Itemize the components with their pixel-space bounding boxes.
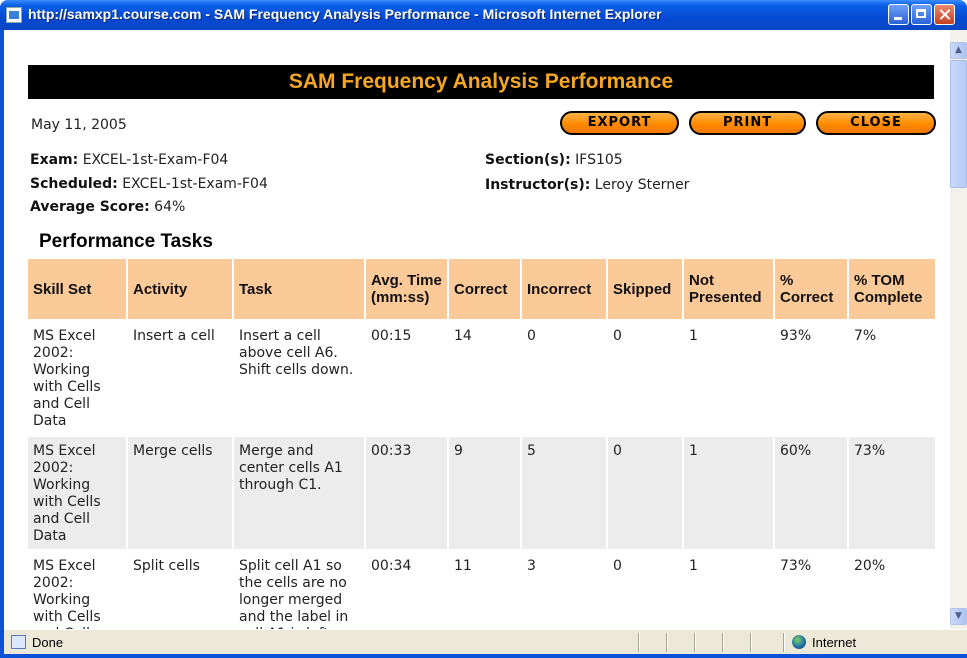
table-cell: 0 <box>607 434 684 551</box>
column-header: Avg. Time (mm:ss) <box>365 259 449 321</box>
sections-info: Section(s): IFS105 <box>485 152 623 168</box>
table-cell: 9 <box>448 434 522 551</box>
scheduled-value: EXCEL-1st-Exam-F04 <box>122 176 268 192</box>
window-frame-bottom <box>0 654 967 658</box>
table-cell: 93% <box>774 319 849 436</box>
scroll-down-icon[interactable]: ▼ <box>950 608 967 625</box>
table-cell: 7% <box>848 319 937 436</box>
table-cell: 14 <box>448 319 522 436</box>
maximize-button[interactable] <box>911 4 932 25</box>
report-date: May 11, 2005 <box>31 117 127 133</box>
title-bar: http://samxp1.course.com - SAM Frequency… <box>0 0 967 30</box>
page-done-icon <box>11 635 26 649</box>
table-cell: 0 <box>607 319 684 436</box>
status-divider <box>783 633 784 652</box>
ie-page-icon <box>6 7 22 23</box>
column-header: Correct <box>448 259 522 321</box>
column-header: Not Presented <box>683 259 775 321</box>
column-header: Incorrect <box>521 259 608 321</box>
vertical-scrollbar[interactable]: ▲ ▼ <box>950 30 967 629</box>
table-cell: Merge cells <box>127 434 234 551</box>
instructors-info: Instructor(s): Leroy Sterner <box>485 177 689 193</box>
table-cell: 0 <box>607 549 684 629</box>
table-cell: 73% <box>774 549 849 629</box>
table-header-row: Skill Set Activity Task Avg. Time (mm:ss… <box>28 259 937 321</box>
sections-value: IFS105 <box>575 152 623 168</box>
table-cell: Merge and center cells A1 through C1. <box>233 434 366 551</box>
table-cell: 0 <box>521 319 608 436</box>
exam-label: Exam: <box>30 152 79 168</box>
average-score-value: 64% <box>154 199 186 215</box>
exam-info: Exam: EXCEL-1st-Exam-F04 <box>30 152 228 168</box>
table-cell: 00:34 <box>365 549 449 629</box>
instructors-value: Leroy Sterner <box>594 177 690 193</box>
column-header: % TOM Complete <box>848 259 937 321</box>
status-divider <box>750 633 751 652</box>
table-row: MS Excel 2002: Working with Cells and Ce… <box>28 319 937 436</box>
scrollbar-thumb[interactable] <box>950 60 967 188</box>
column-header: Activity <box>127 259 234 321</box>
scroll-up-icon[interactable]: ▲ <box>950 42 967 59</box>
minimize-button[interactable] <box>888 4 909 25</box>
section-title: Performance Tasks <box>39 231 213 252</box>
average-score-info: Average Score: 64% <box>30 199 185 215</box>
table-cell: 20% <box>848 549 937 629</box>
table-cell: 3 <box>521 549 608 629</box>
table-cell: MS Excel 2002: Working with Cells and Ce… <box>28 434 128 551</box>
exam-value: EXCEL-1st-Exam-F04 <box>82 152 229 168</box>
performance-tasks-table: Skill Set Activity Task Avg. Time (mm:ss… <box>28 259 937 629</box>
table-cell: 1 <box>683 434 775 551</box>
close-button[interactable]: CLOSE <box>816 111 936 135</box>
table-cell: 1 <box>683 549 775 629</box>
scheduled-label: Scheduled: <box>30 176 118 192</box>
table-cell: 1 <box>683 319 775 436</box>
status-bar: Done Internet <box>4 629 967 655</box>
table-cell: 5 <box>521 434 608 551</box>
table-cell: 00:15 <box>365 319 449 436</box>
scheduled-info: Scheduled: EXCEL-1st-Exam-F04 <box>30 176 268 192</box>
export-button[interactable]: EXPORT <box>560 111 679 135</box>
status-divider <box>694 633 695 652</box>
close-window-button[interactable] <box>934 4 955 25</box>
table-cell: 00:33 <box>365 434 449 551</box>
page-title: SAM Frequency Analysis Performance <box>28 65 934 99</box>
column-header: Skill Set <box>28 259 128 321</box>
table-cell: Insert a cell <box>127 319 234 436</box>
table-row: MS Excel 2002: Working with Cells and Ce… <box>28 549 937 629</box>
sections-label: Section(s): <box>485 152 571 168</box>
instructors-label: Instructor(s): <box>485 177 591 193</box>
average-score-label: Average Score: <box>30 199 150 215</box>
table-cell: 60% <box>774 434 849 551</box>
status-divider <box>722 633 723 652</box>
status-divider <box>638 633 639 652</box>
table-cell: 73% <box>848 434 937 551</box>
table-cell: Split cells <box>127 549 234 629</box>
table-cell: MS Excel 2002: Working with Cells and Ce… <box>28 319 128 436</box>
column-header: Task <box>233 259 366 321</box>
status-divider <box>666 633 667 652</box>
page-content: SAM Frequency Analysis Performance May 1… <box>4 30 950 629</box>
print-button[interactable]: PRINT <box>689 111 806 135</box>
table-cell: 11 <box>448 549 522 629</box>
table-cell: MS Excel 2002: Working with Cells and Ce… <box>28 549 128 629</box>
table-cell: Split cell A1 so the cells are no longer… <box>233 549 366 629</box>
internet-globe-icon <box>792 635 806 649</box>
security-zone-label: Internet <box>812 635 857 650</box>
column-header: Skipped <box>607 259 684 321</box>
column-header: % Correct <box>774 259 849 321</box>
window-title: http://samxp1.course.com - SAM Frequency… <box>28 6 662 22</box>
browser-window: http://samxp1.course.com - SAM Frequency… <box>0 0 967 658</box>
table-row: MS Excel 2002: Working with Cells and Ce… <box>28 434 937 551</box>
status-text: Done <box>32 635 64 650</box>
table-cell: Insert a cell above cell A6. Shift cells… <box>233 319 366 436</box>
